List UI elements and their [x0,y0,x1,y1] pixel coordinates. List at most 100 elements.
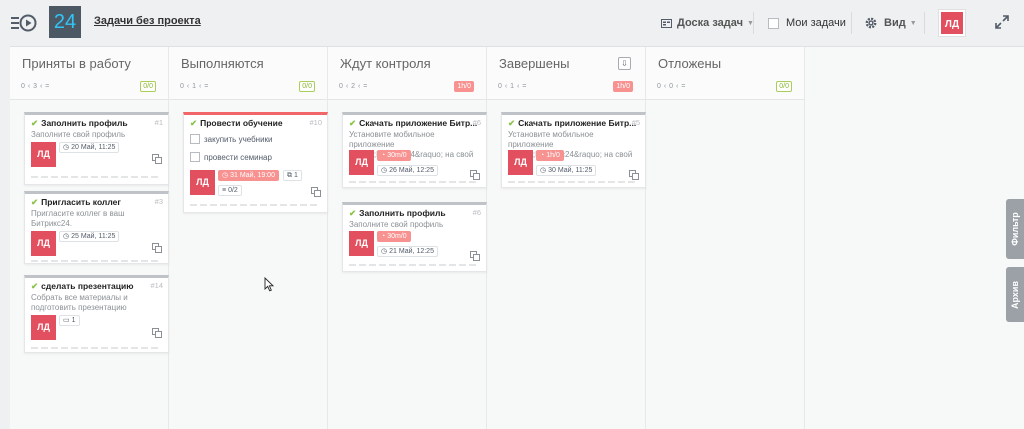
clock-icon: ◔ [381,152,386,159]
column-counts: 0 ‹ 1 ‹ = [180,83,209,90]
card-number: #5 [631,118,640,127]
deadline-chip[interactable]: ◷ 21 Май, 12:25 [377,246,438,257]
deadline-chip[interactable]: ◷ 30 Май, 11:25 [536,165,597,176]
my-tasks-label: Мои задачи [786,17,846,29]
copy-icon[interactable] [152,154,162,164]
copy-icon[interactable] [629,170,639,180]
clock-icon: ◔ [381,233,386,240]
checklist-item[interactable]: закупить учебники [190,134,273,144]
task-card[interactable]: ✔ Заполнить профиль #6 Заполните свой про… [342,202,487,272]
kanban-board: Приняты в работу 0 ‹ 3 ‹ = 0/0 Выполняют… [10,46,1024,429]
column-header: Ждут контроля 0 ‹ 2 ‹ = 1h/0 [328,47,486,100]
column-badge: 1h/0 [613,81,633,92]
divider [31,176,159,178]
card-number: #1 [154,118,163,127]
divider [190,204,318,206]
task-card[interactable]: ✔ Заполнить профиль #1 Заполните свой про… [24,112,169,185]
column-counts: 0 ‹ 3 ‹ = [21,83,50,90]
clock-icon: ◷ [63,233,70,240]
card-number: #10 [309,118,322,127]
links-chip[interactable]: ⧉ 1 [283,170,302,181]
avatar[interactable]: ЛД [508,150,533,175]
avatar[interactable]: ЛД [31,142,56,167]
checklist-checkbox[interactable] [190,134,200,144]
clock-icon: ◷ [63,144,70,151]
clock-icon: ◷ [381,248,388,255]
project-logo[interactable]: 24 [49,6,81,38]
deadline-chip[interactable]: ◷ 20 Май, 11:25 [59,142,120,153]
card-title[interactable]: ✔ сделать презентацию [31,281,133,292]
link-icon: ⧉ [287,172,292,179]
divider [349,181,477,183]
deadline-chip[interactable]: ◷ 31 Май, 19:00 [218,170,279,181]
task-card[interactable]: ✔ сделать презентацию #14 Собрать все мат… [24,275,169,353]
checklist-item[interactable]: провести семинар [190,152,272,162]
task-card[interactable]: ✔ Пригласить коллег #3 Пригласите коллег … [24,191,169,264]
clock-icon: ◷ [540,167,547,174]
check-icon: ✔ [31,197,39,207]
avatar[interactable]: ЛД [31,231,56,256]
checklist-checkbox[interactable] [190,152,200,162]
avatar[interactable]: ЛД [349,150,374,175]
card-title[interactable]: ✔ Провести обучение [190,118,283,129]
overdue-chip[interactable]: ◔ 1h/0 [536,150,564,161]
expand-icon[interactable] [993,13,1011,31]
project-title[interactable]: Задачи без проекта [94,15,201,27]
divider [508,181,636,183]
card-title[interactable]: ✔ Заполнить профиль [349,208,446,219]
card-description: Заполните свой профиль [31,130,126,139]
deadline-chip[interactable]: ◷ 25 Май, 11:25 [59,231,120,242]
copy-icon[interactable] [470,170,480,180]
divider [924,12,925,34]
download-icon[interactable]: ⇩ [618,57,631,70]
task-card[interactable]: ✔ Скачать приложение Битр... #6 Установит… [342,112,487,188]
my-tasks-toggle[interactable]: Мои задачи [768,0,846,46]
copy-icon[interactable] [152,243,162,253]
archive-tab[interactable]: Архив [1006,267,1024,322]
column-in-progress: Выполняются 0 ‹ 1 ‹ = 0/0 [169,47,328,429]
my-tasks-checkbox[interactable] [768,17,779,29]
divider [31,347,159,349]
board-icon [661,18,672,28]
checklist-chip[interactable]: ≡ 0/2 [218,185,242,196]
divider [753,12,754,34]
overdue-chip[interactable]: ◔ 30m/0 [377,231,411,242]
column-title: Завершены [499,56,570,71]
check-icon: ✔ [31,118,39,128]
column-badge: 0/0 [776,81,792,92]
avatar[interactable]: ЛД [31,315,56,340]
copy-icon[interactable] [470,251,480,261]
overdue-chip[interactable]: ◔ 30m/0 [377,150,411,161]
task-card[interactable]: ✔ Скачать приложение Битр... #5 Установит… [501,112,646,188]
card-title[interactable]: ✔ Скачать приложение Битр... [349,118,477,129]
check-icon: ✔ [508,118,516,128]
menu-toggle-icon[interactable] [11,13,37,33]
divider [31,260,159,262]
card-description: Заполните свой профиль [349,220,444,229]
gear-icon [865,17,877,29]
card-title[interactable]: ✔ Пригласить коллег [31,197,121,208]
view-settings-dropdown[interactable]: Вид ▼ [864,0,917,46]
board-view-dropdown[interactable]: Доска задач ▼ [661,0,754,46]
card-title[interactable]: ✔ Заполнить профиль [31,118,128,129]
divider [349,264,477,266]
avatar[interactable]: ЛД [349,231,374,256]
mouse-cursor-icon [264,277,274,292]
deadline-chip[interactable]: ◷ 26 Май, 12:25 [377,165,438,176]
column-title: Отложены [658,56,722,71]
comments-chip[interactable]: ▭ 1 [59,315,80,326]
card-description: Собрать все материалы и подготовить през… [31,293,128,312]
filter-tab[interactable]: Фильтр [1006,199,1024,259]
user-avatar[interactable]: ЛД [939,10,965,36]
copy-icon[interactable] [152,328,162,338]
copy-icon[interactable] [311,187,321,197]
card-title[interactable]: ✔ Скачать приложение Битр... [508,118,636,129]
divider [851,12,852,34]
avatar[interactable]: ЛД [190,170,215,195]
column-completed: Завершены ⇩ 0 ‹ 1 ‹ = 1h/0 [487,47,646,429]
task-card[interactable]: ✔ Провести обучение #10 закупить учебники… [183,112,328,213]
column-title: Приняты в работу [22,56,131,71]
column-header: Приняты в работу 0 ‹ 3 ‹ = 0/0 [10,47,168,100]
header: 24 Задачи без проекта Доска задач ▼ Мои … [0,0,1024,46]
card-description: Пригласите коллег в ваш Битрикс24. [31,209,125,228]
